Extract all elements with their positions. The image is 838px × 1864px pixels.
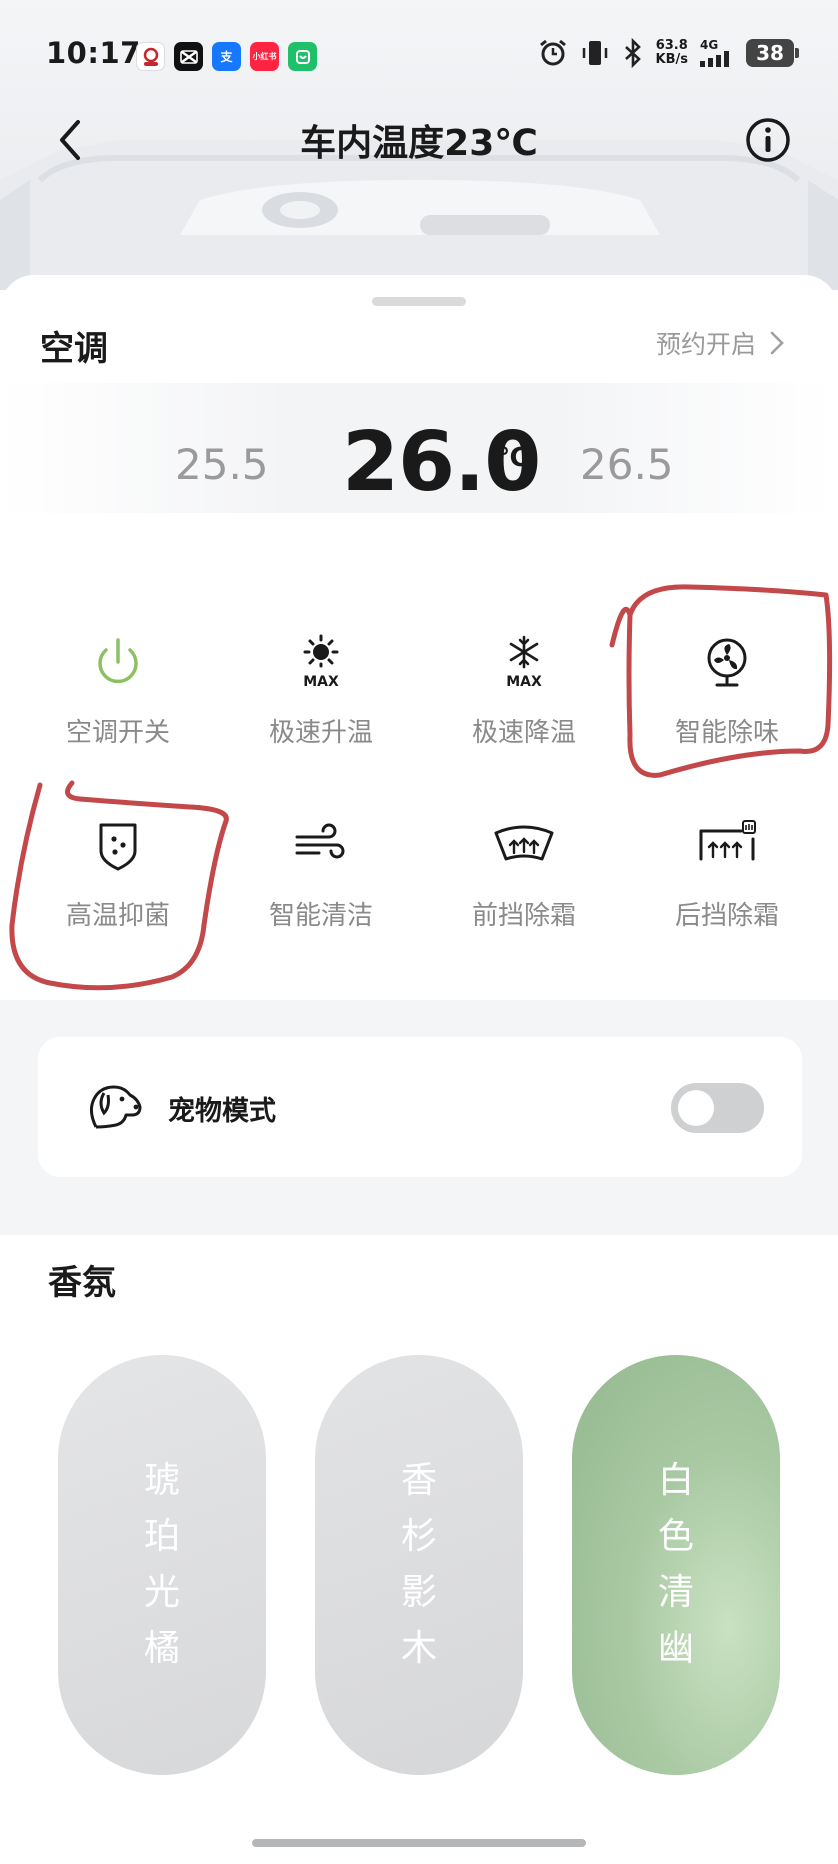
xiaohongshu-icon: 小红书 bbox=[250, 42, 279, 71]
chevron-right-icon bbox=[770, 331, 784, 355]
sheet-grabber[interactable] bbox=[372, 297, 466, 306]
notification-app-icons: 支 小红书 bbox=[136, 42, 317, 71]
alipay-icon: 支 bbox=[212, 42, 241, 71]
schedule-label: 预约开启 bbox=[655, 330, 756, 359]
battery-indicator: 38 bbox=[746, 39, 799, 67]
func-ac-power[interactable]: 空调开关 bbox=[28, 630, 208, 780]
func-front-defrost[interactable]: 前挡除霜 bbox=[434, 813, 614, 963]
pet-mode-toggle[interactable] bbox=[671, 1083, 764, 1133]
wind-icon bbox=[289, 813, 353, 877]
shield-dots-icon bbox=[86, 813, 150, 877]
func-smart-deodorize[interactable]: 智能除味 bbox=[637, 630, 817, 780]
fragrance-option-amber-orange[interactable]: 琥 珀 光 橘 bbox=[58, 1355, 266, 1775]
nav-bar: 车内温度23℃ bbox=[0, 100, 838, 180]
fragrance-section-title: 香氛 bbox=[48, 1263, 116, 1303]
temp-unit: ℃ bbox=[497, 443, 529, 473]
power-icon bbox=[86, 630, 150, 694]
temp-option-lower[interactable]: 25.5 bbox=[175, 440, 269, 489]
rear-defrost-icon bbox=[695, 813, 759, 877]
capcut-icon bbox=[174, 42, 203, 71]
network-speed: 63.8 KB/s bbox=[655, 38, 688, 67]
pet-mode-card[interactable]: 宠物模式 bbox=[38, 1037, 802, 1177]
toggle-knob bbox=[678, 1090, 714, 1126]
cn-bank-icon bbox=[136, 42, 165, 71]
alarm-icon bbox=[539, 39, 566, 66]
snowflake-max-icon: MAX bbox=[492, 630, 556, 694]
func-smart-clean[interactable]: 智能清洁 bbox=[231, 813, 411, 963]
home-indicator[interactable] bbox=[252, 1839, 586, 1847]
func-high-temp-sterilize[interactable]: 高温抑菌 bbox=[28, 813, 208, 963]
mijia-icon bbox=[288, 42, 317, 71]
control-sheet: 空调 预约开启 25.5 26.0 ℃ 26.5 空调开关 MAX 极速升温 M… bbox=[0, 275, 838, 1864]
func-rapid-cool[interactable]: MAX 极速降温 bbox=[434, 630, 614, 780]
fan-icon bbox=[695, 630, 759, 694]
fragrance-option-cedar-wood[interactable]: 香 杉 影 木 bbox=[315, 1355, 523, 1775]
info-button[interactable] bbox=[744, 116, 792, 164]
svg-text:MAX: MAX bbox=[303, 674, 339, 690]
front-defrost-icon bbox=[492, 813, 556, 877]
page-title: 车内温度23℃ bbox=[300, 123, 538, 164]
bluetooth-icon bbox=[624, 38, 641, 68]
schedule-start-link[interactable]: 预约开启 bbox=[656, 325, 784, 361]
vibrate-icon bbox=[582, 41, 607, 65]
func-rapid-heat[interactable]: MAX 极速升温 bbox=[231, 630, 411, 780]
temp-option-higher[interactable]: 26.5 bbox=[580, 440, 674, 489]
cell-signal: 4G bbox=[700, 39, 734, 67]
info-icon bbox=[746, 118, 790, 162]
clock: 10:17 bbox=[46, 36, 141, 70]
signal-bars-icon bbox=[700, 51, 729, 67]
status-bar: 10:17 支 小红书 63.8 KB/s 4G 38 bbox=[0, 0, 838, 110]
sun-max-icon: MAX bbox=[289, 630, 353, 694]
dog-icon bbox=[89, 1085, 142, 1129]
ac-section-title: 空调 bbox=[40, 329, 108, 369]
pet-mode-label: 宠物模式 bbox=[168, 1096, 276, 1127]
car-interior-background: 10:17 支 小红书 63.8 KB/s 4G 38 车内温度23℃ bbox=[0, 0, 838, 290]
func-rear-defrost[interactable]: 后挡除霜 bbox=[637, 813, 817, 963]
svg-text:MAX: MAX bbox=[506, 674, 542, 690]
system-status-icons: 63.8 KB/s 4G 38 bbox=[538, 38, 799, 68]
fragrance-option-white-serene[interactable]: 白 色 清 幽 bbox=[572, 1355, 780, 1775]
